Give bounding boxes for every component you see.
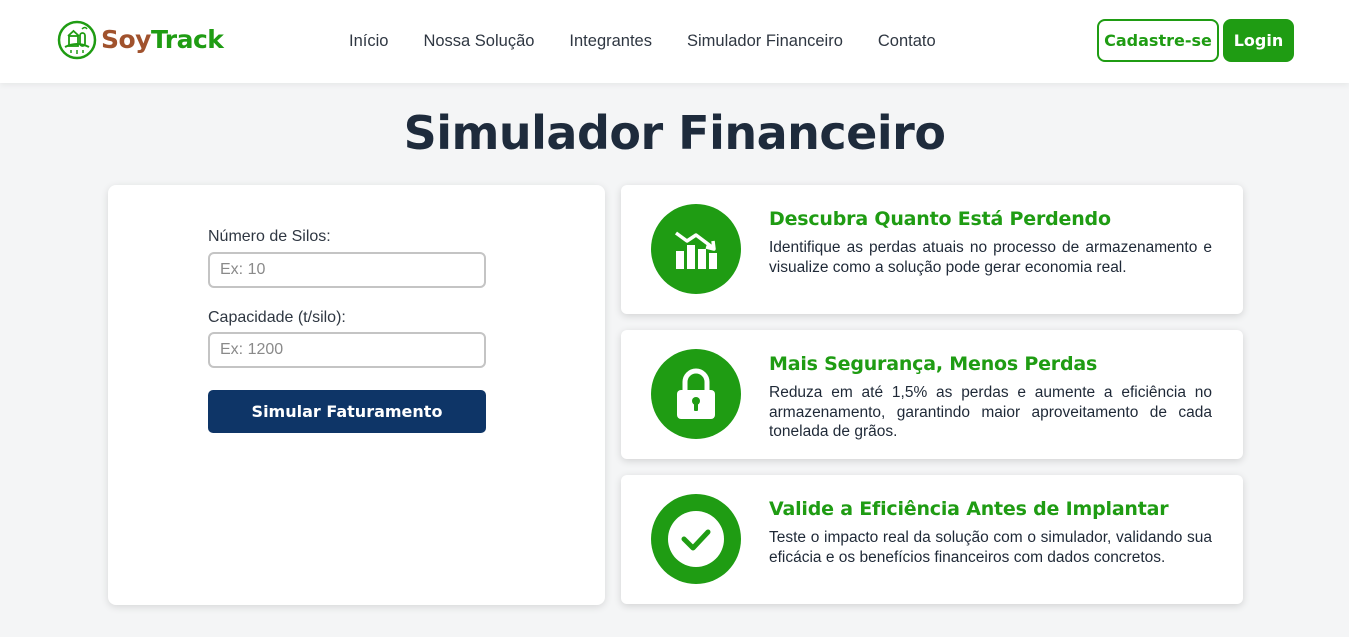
nav-link-simulador-financeiro[interactable]: Simulador Financeiro <box>687 30 843 52</box>
login-button[interactable]: Login <box>1223 19 1294 62</box>
feature-card-security: Mais Segurança, Menos Perdas Reduza em a… <box>621 330 1243 459</box>
lock-icon <box>677 368 715 419</box>
farm-logo-icon <box>57 20 97 60</box>
navbar: SoyTrack Início Nossa Solução Integrante… <box>0 0 1349 83</box>
main-nav: Início Nossa Solução Integrantes Simulad… <box>349 30 971 52</box>
feature-description: Teste o impacto real da solução com o si… <box>769 529 1212 566</box>
feature-icon-circle <box>651 494 741 584</box>
nav-link-inicio[interactable]: Início <box>349 30 388 52</box>
brand-logo[interactable]: SoyTrack <box>57 20 224 60</box>
check-circle-icon <box>668 511 724 567</box>
feature-description: Identifique as perdas atuais no processo… <box>769 239 1212 276</box>
feature-title: Valide a Eficiência Antes de Implantar <box>769 498 1169 520</box>
brand-name-track: Track <box>150 25 224 54</box>
feature-icon-circle <box>651 349 741 439</box>
silos-input[interactable] <box>208 252 486 288</box>
simulate-button[interactable]: Simular Faturamento <box>208 390 486 433</box>
page-title: Simulador Financeiro <box>403 106 946 160</box>
capacity-input[interactable] <box>208 332 486 368</box>
nav-link-contato[interactable]: Contato <box>878 30 936 52</box>
feature-description: Reduza em até 1,5% as perdas e aumente a… <box>769 384 1212 440</box>
feature-card-validate: Valide a Eficiência Antes de Implantar T… <box>621 475 1243 604</box>
chart-icon <box>674 231 717 269</box>
capacity-label: Capacidade (t/silo): <box>208 309 346 326</box>
feature-title: Mais Segurança, Menos Perdas <box>769 353 1098 375</box>
signup-button[interactable]: Cadastre-se <box>1097 19 1219 62</box>
feature-card-losses: Descubra Quanto Está Perdendo Identifiqu… <box>621 185 1243 314</box>
feature-title: Descubra Quanto Está Perdendo <box>769 208 1111 230</box>
feature-icon-circle <box>651 204 741 294</box>
simulator-form-card: Número de Silos: Capacidade (t/silo): Si… <box>108 185 605 605</box>
nav-link-nossa-solucao[interactable]: Nossa Solução <box>423 30 534 52</box>
nav-link-integrantes[interactable]: Integrantes <box>569 30 652 52</box>
brand-name: SoyTrack <box>101 20 224 60</box>
silos-label: Número de Silos: <box>208 228 331 245</box>
brand-name-soy: Soy <box>101 25 151 54</box>
